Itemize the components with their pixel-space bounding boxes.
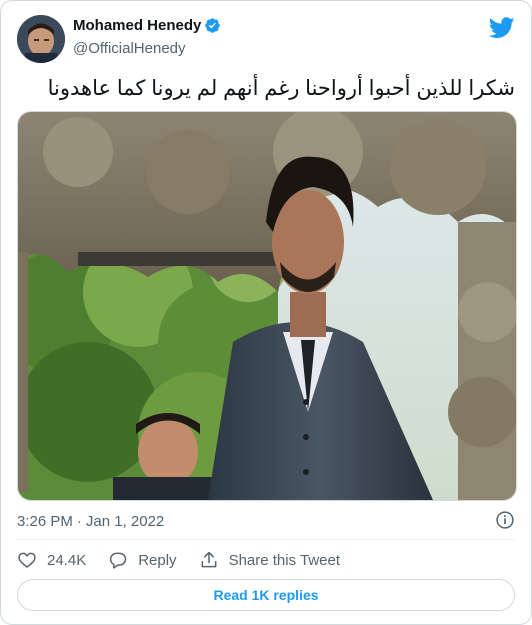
- tweet-text: شكرا للذين أحبوا أرواحنا رغم أنهم لم يرو…: [47, 77, 515, 100]
- tweet-photo[interactable]: [17, 111, 517, 501]
- info-icon[interactable]: [495, 510, 515, 530]
- share-icon: [201, 551, 216, 568]
- timestamp-separator: ·: [76, 512, 82, 530]
- share-label: Share this Tweet: [228, 551, 341, 569]
- divider: [17, 539, 515, 540]
- reply-button[interactable]: Reply: [108, 550, 177, 570]
- reply-label: Reply: [138, 551, 177, 569]
- author-handle[interactable]: @OfficialHenedy: [73, 40, 186, 57]
- like-count: 24.4K: [47, 551, 87, 569]
- tweet-actions: 24.4K Reply Share this Tweet: [17, 547, 362, 573]
- like-button[interactable]: 24.4K: [17, 550, 86, 570]
- tweet-card[interactable]: Mohamed Henedy @OfficialHenedy شكرا للذي…: [0, 0, 532, 625]
- read-replies-button[interactable]: Read 1K replies: [17, 579, 515, 611]
- tweet-date: Jan 1, 2022: [85, 512, 165, 530]
- author-display-name[interactable]: Mohamed Henedy: [73, 17, 201, 34]
- avatar[interactable]: [17, 15, 65, 63]
- share-button[interactable]: Share this Tweet: [199, 550, 340, 570]
- author-name-row[interactable]: Mohamed Henedy: [73, 17, 221, 34]
- tweet-timestamp[interactable]: 3:26 PM · Jan 1, 2022: [17, 511, 515, 531]
- heart-icon: [18, 552, 36, 569]
- tweet-time: 3:26 PM: [17, 512, 73, 530]
- twitter-bird-icon[interactable]: [488, 17, 515, 39]
- verified-badge-icon: [204, 17, 221, 34]
- reply-bubble-icon: [110, 552, 127, 569]
